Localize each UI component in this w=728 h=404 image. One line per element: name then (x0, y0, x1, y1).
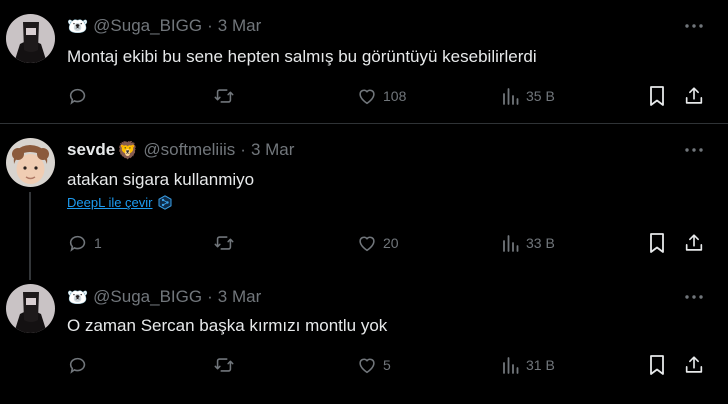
analytics-icon (503, 357, 519, 374)
reply-button[interactable] (67, 84, 94, 108)
translate-link[interactable]: DeepL ile çevir (67, 195, 172, 210)
tweet-header: 🐻‍❄️ @Suga_BIGG · 3 Mar (67, 15, 261, 37)
analytics-icon (503, 88, 519, 105)
more-options-button[interactable] (682, 140, 706, 160)
tweet-1[interactable]: 🐻‍❄️ @Suga_BIGG · 3 Mar Montaj ekibi bu … (0, 0, 728, 124)
reply-icon (69, 357, 86, 374)
bookmark-icon (650, 233, 664, 253)
retweet-button[interactable] (213, 353, 240, 377)
user-handle[interactable]: @Suga_BIGG (93, 16, 202, 36)
tweet-actions: 1 20 33 B (67, 231, 707, 255)
like-button[interactable]: 5 (356, 353, 391, 377)
retweet-icon (214, 89, 234, 103)
retweet-icon (214, 236, 234, 250)
views-button[interactable]: 33 B (501, 231, 555, 255)
share-button[interactable] (683, 231, 705, 255)
tweet-actions: 108 35 B (67, 84, 707, 108)
avatar[interactable] (6, 14, 55, 63)
user-handle[interactable]: @softmeliiis (143, 140, 235, 160)
like-count: 20 (383, 235, 399, 251)
tweet-date[interactable]: 3 Mar (218, 16, 261, 36)
bookmark-icon (650, 355, 664, 375)
view-count: 31 B (526, 357, 555, 373)
bookmark-button[interactable] (647, 231, 667, 255)
avatar[interactable] (6, 284, 55, 333)
display-name[interactable]: sevde (67, 140, 115, 160)
more-dots-icon (685, 295, 703, 299)
retweet-button[interactable] (213, 84, 240, 108)
reply-icon (69, 235, 86, 252)
retweet-button[interactable] (213, 231, 240, 255)
tweet-2[interactable]: sevde 🦁 @softmeliiis · 3 Mar atakan siga… (0, 124, 728, 280)
like-count: 108 (383, 88, 407, 104)
more-options-button[interactable] (682, 287, 706, 307)
share-icon (685, 87, 703, 104)
reply-icon (69, 88, 86, 105)
more-dots-icon (685, 148, 703, 152)
translate-label: DeepL ile çevir (67, 195, 153, 210)
share-icon (685, 356, 703, 373)
polar-bear-emoji-icon: 🐻‍❄️ (67, 16, 89, 36)
polar-bear-emoji-icon: 🐻‍❄️ (67, 287, 89, 307)
tweet-3[interactable]: 🐻‍❄️ @Suga_BIGG · 3 Mar O zaman Sercan b… (0, 280, 728, 404)
reply-count: 1 (94, 235, 102, 251)
tweet-header: 🐻‍❄️ @Suga_BIGG · 3 Mar (67, 286, 261, 308)
separator-dot: · (240, 140, 246, 159)
view-count: 35 B (526, 88, 555, 104)
heart-icon (359, 89, 375, 105)
like-count: 5 (383, 357, 391, 373)
share-button[interactable] (683, 84, 705, 108)
tweet-date[interactable]: 3 Mar (251, 140, 294, 160)
tweet-date[interactable]: 3 Mar (218, 287, 261, 307)
deepl-icon (158, 195, 172, 210)
tweet-text: atakan sigara kullanmiyo (67, 170, 255, 189)
more-dots-icon (685, 24, 703, 28)
tweet-text: O zaman Sercan başka kırmızı montlu yok (67, 316, 388, 335)
bookmark-button[interactable] (647, 353, 667, 377)
heart-icon (359, 236, 375, 252)
reply-button[interactable] (67, 353, 94, 377)
like-button[interactable]: 108 (356, 84, 406, 108)
bookmark-icon (650, 86, 664, 106)
tweet-text: Montaj ekibi bu sene hepten salmış bu gö… (67, 47, 537, 66)
view-count: 33 B (526, 235, 555, 251)
tweet-actions: 5 31 B (67, 353, 707, 377)
views-button[interactable]: 31 B (501, 353, 555, 377)
retweet-icon (214, 358, 234, 372)
reply-button[interactable]: 1 (67, 231, 102, 255)
tweet-header: sevde 🦁 @softmeliiis · 3 Mar (67, 139, 294, 161)
lion-emoji-icon: 🦁 (117, 140, 139, 160)
bookmark-button[interactable] (647, 84, 667, 108)
user-handle[interactable]: @Suga_BIGG (93, 287, 202, 307)
separator-dot: · (207, 287, 213, 306)
like-button[interactable]: 20 (356, 231, 399, 255)
more-options-button[interactable] (682, 16, 706, 36)
share-button[interactable] (683, 353, 705, 377)
avatar[interactable] (6, 138, 55, 187)
separator-dot: · (207, 16, 213, 35)
analytics-icon (503, 235, 519, 252)
heart-icon (359, 358, 375, 374)
share-icon (685, 234, 703, 251)
views-button[interactable]: 35 B (501, 84, 555, 108)
